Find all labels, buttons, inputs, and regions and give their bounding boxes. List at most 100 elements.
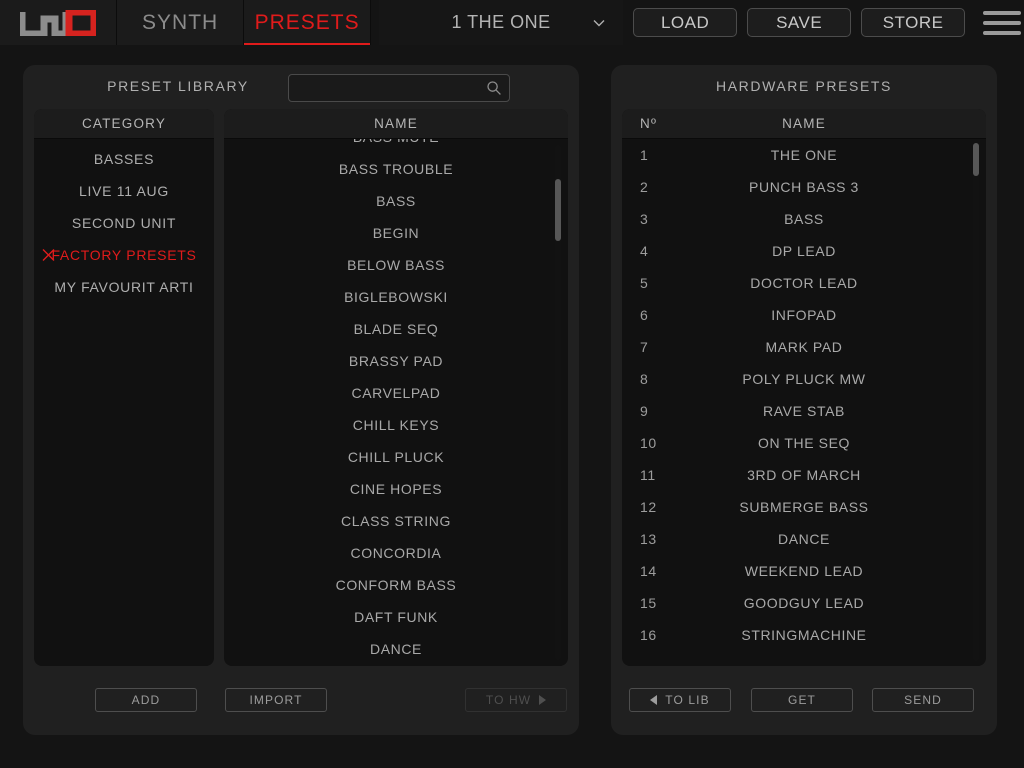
preset-list-item[interactable]: CLASS STRING xyxy=(224,505,568,537)
category-item-label: FACTORY PRESETS xyxy=(51,247,196,263)
hardware-list-item[interactable]: 2PUNCH BASS 3 xyxy=(622,171,986,203)
store-button[interactable]: STORE xyxy=(861,8,965,37)
preset-list-scrollbar[interactable] xyxy=(555,145,561,660)
category-item-label: BASSES xyxy=(94,151,154,167)
category-header-label: CATEGORY xyxy=(34,116,214,131)
hardware-list-item[interactable]: 5DOCTOR LEAD xyxy=(622,267,986,299)
hardware-list-item[interactable]: 10ON THE SEQ xyxy=(622,427,986,459)
hardware-item-name: 3RD OF MARCH xyxy=(674,467,986,483)
category-item[interactable]: FACTORY PRESETS xyxy=(34,239,214,271)
preset-list-scrollbar-thumb[interactable] xyxy=(555,179,561,241)
hardware-item-number: 1 xyxy=(622,147,674,163)
preset-selector-dropdown[interactable]: 1 THE ONE xyxy=(379,0,623,45)
preset-rows-viewport: BASS MUTE BASS TROUBLE BASSBEGINBELOW BASS… xyxy=(224,139,568,666)
app-logo xyxy=(0,0,117,45)
hardware-list-item[interactable]: 1THE ONE xyxy=(622,139,986,171)
import-button[interactable]: IMPORT xyxy=(225,688,327,712)
preset-list-item[interactable]: BLADE SEQ xyxy=(224,313,568,345)
hardware-item-name: ON THE SEQ xyxy=(674,435,986,451)
preset-list-item[interactable]: BEGIN xyxy=(224,217,568,249)
hardware-item-name: MARK PAD xyxy=(674,339,986,355)
category-item[interactable]: MY FAVOURIT ARTI xyxy=(34,271,214,303)
preset-list-item-label: CLASS STRING xyxy=(224,513,568,529)
search-box[interactable] xyxy=(288,74,510,102)
hardware-list-item[interactable]: 12SUBMERGE BASS xyxy=(622,491,986,523)
load-button[interactable]: LOAD xyxy=(633,8,737,37)
hardware-item-name: WEEKEND LEAD xyxy=(674,563,986,579)
hardware-item-number: 4 xyxy=(622,243,674,259)
close-icon[interactable] xyxy=(42,249,55,262)
category-item[interactable]: BASSES xyxy=(34,143,214,175)
preset-list-item-label: BLADE SEQ xyxy=(224,321,568,337)
send-button[interactable]: SEND xyxy=(872,688,974,712)
preset-name-list-header: NAME xyxy=(224,109,568,139)
load-button-label: LOAD xyxy=(661,13,709,33)
preset-list-item[interactable]: DAFT FUNK xyxy=(224,601,568,633)
save-button[interactable]: SAVE xyxy=(747,8,851,37)
tab-presets[interactable]: PRESETS xyxy=(244,0,371,45)
hardware-list-item[interactable]: 6INFOPAD xyxy=(622,299,986,331)
preset-list-item[interactable]: CINE HOPES xyxy=(224,473,568,505)
preset-list-item[interactable]: BASS xyxy=(224,185,568,217)
preset-list-item-label: CINE HOPES xyxy=(224,481,568,497)
tab-synth-label: SYNTH xyxy=(142,11,218,35)
preset-list-item[interactable]: CHILL PLUCK xyxy=(224,441,568,473)
name-header-label: NAME xyxy=(224,116,568,131)
hardware-item-number: 5 xyxy=(622,275,674,291)
hamburger-menu-icon[interactable] xyxy=(979,0,1024,45)
hardware-presets-panel: HARDWARE PRESETS Nº NAME 1THE ONE2PUNCH … xyxy=(611,65,997,735)
hardware-item-name: STRINGMACHINE xyxy=(674,627,986,643)
preset-name-list: NAME BASS MUTE BASS TROUBLE BASSBEGINBELOW… xyxy=(224,109,568,666)
hardware-list-item[interactable]: 3BASS xyxy=(622,203,986,235)
preset-list-item[interactable]: BELOW BASS xyxy=(224,249,568,281)
hardware-list-scrollbar[interactable] xyxy=(973,143,979,661)
add-button[interactable]: ADD xyxy=(95,688,197,712)
hardware-list-item[interactable]: 7MARK PAD xyxy=(622,331,986,363)
hamburger-bar xyxy=(983,11,1021,15)
tab-synth[interactable]: SYNTH xyxy=(117,0,244,45)
preset-list-item[interactable]: BIGLEBOWSKI xyxy=(224,281,568,313)
hardware-item-name: SUBMERGE BASS xyxy=(674,499,986,515)
import-button-label: IMPORT xyxy=(249,693,302,707)
hardware-item-name: DP LEAD xyxy=(674,243,986,259)
to-library-button[interactable]: TO LIB xyxy=(629,688,731,712)
preset-list-item[interactable]: BASS MUTE xyxy=(224,139,568,153)
to-hardware-button[interactable]: TO HW xyxy=(465,688,567,712)
hardware-item-number: 14 xyxy=(622,563,674,579)
hardware-name-header: NAME xyxy=(674,116,986,131)
hardware-list-item[interactable]: 15GOODGUY LEAD xyxy=(622,587,986,619)
preset-list-item[interactable]: CONCORDIA xyxy=(224,537,568,569)
preset-list-item-label: CONFORM BASS xyxy=(224,577,568,593)
arrow-left-icon xyxy=(650,695,657,705)
hardware-list-item[interactable]: 8POLY PLUCK MW xyxy=(622,363,986,395)
hardware-list-item[interactable]: 13DANCE xyxy=(622,523,986,555)
preset-list-item[interactable]: CONFORM BASS xyxy=(224,569,568,601)
preset-list-item[interactable]: BASS TROUBLE xyxy=(224,153,568,185)
hardware-list-item[interactable]: 9RAVE STAB xyxy=(622,395,986,427)
preset-list-item[interactable]: BRASSY PAD xyxy=(224,345,568,377)
category-item[interactable]: LIVE 11 AUG xyxy=(34,175,214,207)
hardware-item-number: 15 xyxy=(622,595,674,611)
preset-list-item-label: BASS TROUBLE xyxy=(224,161,568,177)
category-item[interactable]: SECOND UNIT xyxy=(34,207,214,239)
hardware-list-item[interactable]: 14WEEKEND LEAD xyxy=(622,555,986,587)
hardware-item-name: DOCTOR LEAD xyxy=(674,275,986,291)
preset-rows: BASS MUTE BASS TROUBLE BASSBEGINBELOW BASS… xyxy=(224,139,568,665)
preset-list-item[interactable]: CHILL KEYS xyxy=(224,409,568,441)
hardware-item-name: DANCE xyxy=(674,531,986,547)
preset-list-item-label: BASS MUTE xyxy=(224,139,568,145)
preset-list-item[interactable]: DANCE xyxy=(224,633,568,665)
save-button-label: SAVE xyxy=(776,13,822,33)
get-button-label: GET xyxy=(788,693,816,707)
preset-list-item-label: CONCORDIA xyxy=(224,545,568,561)
preset-list-item[interactable]: CARVELPAD xyxy=(224,377,568,409)
hardware-list-item[interactable]: 16STRINGMACHINE xyxy=(622,619,986,651)
hardware-item-name: GOODGUY LEAD xyxy=(674,595,986,611)
get-button[interactable]: GET xyxy=(751,688,853,712)
search-input[interactable] xyxy=(289,75,509,101)
hardware-list-scrollbar-thumb[interactable] xyxy=(973,143,979,176)
hardware-item-number: 16 xyxy=(622,627,674,643)
hardware-list-item[interactable]: 113RD OF MARCH xyxy=(622,459,986,491)
hardware-list-item[interactable]: 4DP LEAD xyxy=(622,235,986,267)
hardware-item-name: RAVE STAB xyxy=(674,403,986,419)
